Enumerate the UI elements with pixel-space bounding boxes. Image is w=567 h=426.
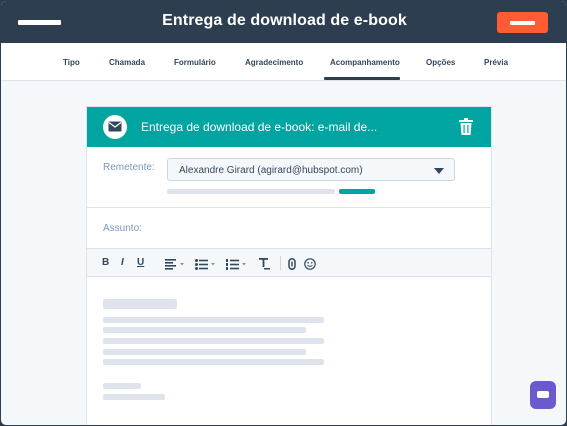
sender-value: Alexandre Girard (agirard@hubspot.com) — [179, 165, 363, 176]
body-line-placeholder — [103, 317, 324, 323]
tab-acompanhamento[interactable]: Acompanhamento — [330, 58, 400, 67]
sender-select[interactable]: Alexandre Girard (agirard@hubspot.com) — [167, 158, 455, 181]
card-header: Entrega de download de e-book: e-mail de… — [87, 107, 491, 147]
tab-chamada[interactable]: Chamada — [109, 58, 145, 67]
body-line-placeholder — [103, 327, 306, 333]
body-heading-placeholder — [103, 299, 177, 309]
tab-tipo[interactable]: Tipo — [63, 58, 80, 67]
bold-button[interactable]: B — [102, 257, 109, 268]
email-card: Entrega de download de e-book: e-mail de… — [86, 106, 492, 425]
button-label-placeholder — [510, 21, 535, 25]
toolbar-divider — [280, 256, 281, 270]
chevron-down-icon — [434, 168, 444, 174]
sender-label: Remetente: — [103, 162, 155, 173]
underline-button[interactable]: U — [137, 257, 144, 268]
body-line-placeholder — [103, 394, 165, 400]
bullet-list-icon[interactable] — [195, 257, 219, 275]
clear-format-icon[interactable] — [259, 257, 270, 275]
emoji-icon[interactable] — [304, 257, 316, 275]
tab-formulario[interactable]: Formulário — [174, 58, 216, 67]
italic-button[interactable]: I — [121, 257, 124, 268]
primary-action-button[interactable] — [497, 12, 548, 33]
tab-agradecimento[interactable]: Agradecimento — [245, 58, 303, 67]
link-icon[interactable] — [288, 257, 296, 275]
tab-opcoes[interactable]: Opções — [426, 58, 455, 67]
numbered-list-icon[interactable] — [226, 257, 250, 275]
divider — [87, 207, 491, 208]
body-line-placeholder — [103, 383, 141, 389]
helper-text-placeholder — [167, 189, 335, 194]
body-line-placeholder — [103, 359, 324, 365]
active-tab-indicator — [324, 77, 400, 80]
subject-label: Assunto: — [103, 223, 142, 234]
card-title: Entrega de download de e-book: e-mail de… — [141, 120, 378, 134]
body-line-placeholder — [103, 349, 306, 355]
body-line-placeholder — [103, 338, 324, 344]
tab-bar: Tipo Chamada Formulário Agradecimento Ac… — [1, 43, 566, 81]
rich-text-toolbar: B I U — [87, 248, 491, 277]
tab-previa[interactable]: Prévia — [484, 58, 508, 67]
mail-icon — [103, 115, 127, 139]
align-icon[interactable] — [165, 257, 187, 275]
helper-link-placeholder[interactable] — [339, 189, 375, 194]
chat-bubble — [537, 391, 549, 398]
trash-icon[interactable] — [459, 118, 473, 140]
page-title: Entrega de download de e-book — [162, 12, 407, 29]
chat-icon[interactable] — [530, 381, 556, 409]
app-frame: Entrega de download de e-book Tipo Chama… — [0, 0, 567, 426]
top-bar: Entrega de download de e-book — [1, 1, 566, 43]
